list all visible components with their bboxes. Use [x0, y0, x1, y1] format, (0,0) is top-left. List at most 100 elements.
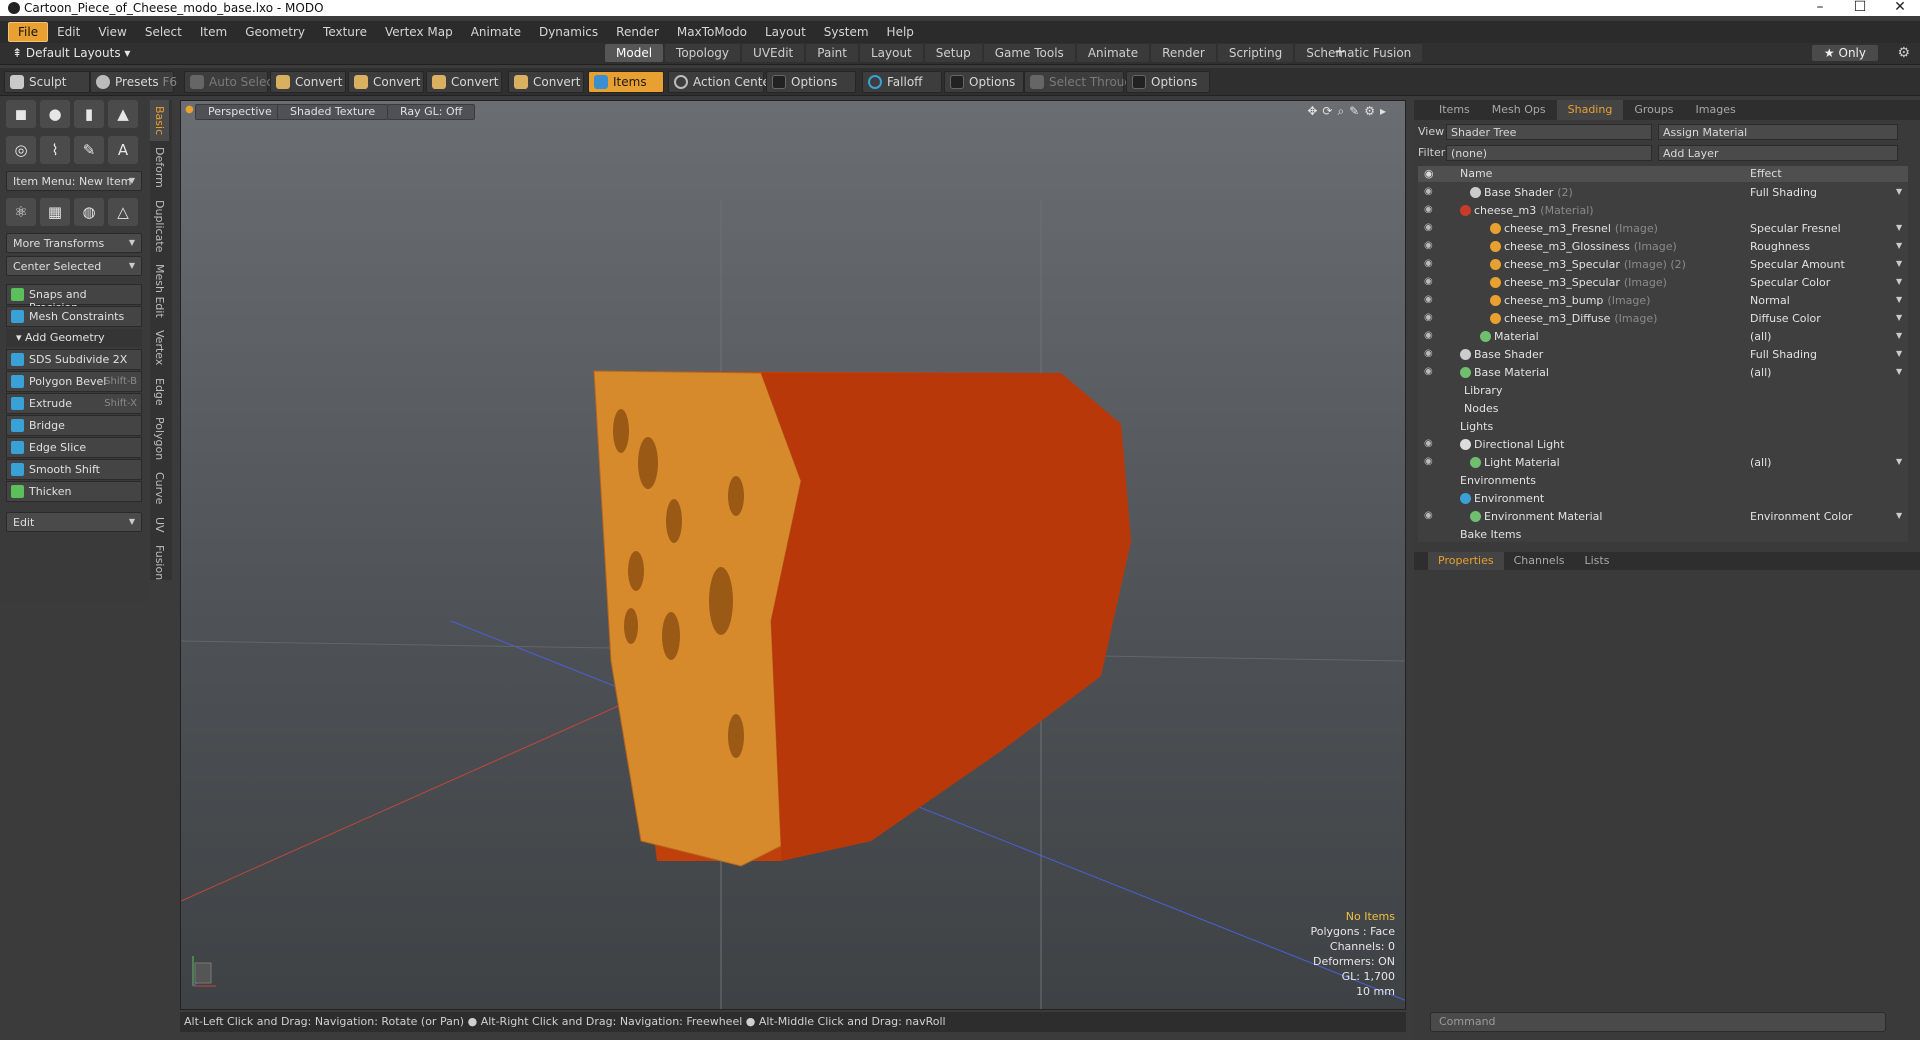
shader-tree-row[interactable]: ◉ Light Material (all) ▼	[1418, 454, 1908, 472]
row-effect[interactable]: Roughness	[1750, 240, 1810, 253]
menu-maxtomodo[interactable]: MaxToModo	[668, 23, 756, 41]
side-tab-vertex[interactable]: Vertex	[150, 324, 169, 371]
right-tab-shading[interactable]: Shading	[1556, 100, 1624, 120]
tab-scripting[interactable]: Scripting	[1217, 44, 1294, 62]
close-icon[interactable]: ✕	[1880, 0, 1920, 16]
locator-icon[interactable]: ⚛	[6, 198, 36, 226]
side-tab-curve[interactable]: Curve	[150, 466, 169, 510]
items-mode-button[interactable]: Items	[588, 71, 664, 93]
convert-vertex-button[interactable]: Convert	[270, 71, 346, 93]
shader-tree-row[interactable]: ◉ Base Shader (2) Full Shading ▼	[1418, 184, 1908, 202]
row-effect[interactable]: Specular Amount	[1750, 258, 1845, 271]
mesh-constraints-button[interactable]: Mesh Constraints	[6, 306, 142, 327]
row-effect[interactable]: (all)	[1750, 366, 1771, 379]
shader-tree-row[interactable]: ◉ Base Shader Full Shading ▼	[1418, 346, 1908, 364]
side-tab-fusion[interactable]: Fusion	[150, 539, 169, 586]
tab-setup[interactable]: Setup	[924, 44, 982, 62]
row-effect[interactable]: Full Shading	[1750, 348, 1817, 361]
eye-icon[interactable]: ◉	[1424, 258, 1433, 269]
row-effect[interactable]: Diffuse Color	[1750, 312, 1821, 325]
menu-item[interactable]: Item	[191, 23, 236, 41]
chevron-down-icon[interactable]: ▼	[1896, 259, 1902, 268]
shader-tree-row[interactable]: Environments	[1418, 472, 1908, 490]
eye-icon[interactable]: ◉	[1424, 222, 1433, 233]
maximize-icon[interactable]: ☐	[1840, 0, 1880, 16]
side-tab-deform[interactable]: Deform	[150, 141, 169, 194]
shader-tree-row[interactable]: ◉ Environment Material Environment Color ▼	[1418, 508, 1908, 526]
effect-column-header[interactable]: Effect	[1750, 167, 1782, 180]
eye-icon[interactable]: ◉	[1424, 204, 1433, 215]
chevron-down-icon[interactable]: ▼	[1896, 295, 1902, 304]
tool-edge-slice[interactable]: Edge Slice	[6, 437, 142, 458]
assign-material-button[interactable]: Assign Material	[1658, 124, 1898, 140]
edit-dropdown[interactable]: Edit	[6, 512, 142, 532]
side-tab-basic[interactable]: Basic	[150, 100, 169, 142]
options-button-3[interactable]: Options	[1126, 71, 1210, 93]
shader-tree-row[interactable]: ◉ cheese_m3_bump (Image) Normal ▼	[1418, 292, 1908, 310]
chevron-down-icon[interactable]: ▼	[1896, 331, 1902, 340]
falloff-button[interactable]: Falloff	[862, 71, 942, 93]
row-effect[interactable]: Normal	[1750, 294, 1790, 307]
name-column-header[interactable]: Name	[1460, 167, 1492, 180]
grid-icon[interactable]: ▦	[40, 198, 70, 226]
menu-select[interactable]: Select	[136, 23, 191, 41]
view-dropdown[interactable]: Shader Tree	[1446, 124, 1652, 140]
shader-tree-row[interactable]: Nodes	[1418, 400, 1908, 418]
eye-icon[interactable]: ◉	[1424, 438, 1433, 449]
menu-layout[interactable]: Layout	[756, 23, 815, 41]
menu-edit[interactable]: Edit	[48, 23, 89, 41]
row-effect[interactable]: Environment Color	[1750, 510, 1852, 523]
shader-tree-row[interactable]: ◉ cheese_m3_Glossiness (Image) Roughness ▼	[1418, 238, 1908, 256]
default-layouts-dropdown[interactable]: ⇞ Default Layouts ▾	[12, 46, 130, 60]
eye-icon[interactable]: ◉	[1424, 510, 1433, 521]
side-tab-duplicate[interactable]: Duplicate	[150, 194, 169, 258]
chevron-down-icon[interactable]: ▼	[1896, 223, 1902, 232]
capsule-icon[interactable]: ⌇	[40, 136, 70, 164]
prop-tab-channels[interactable]: Channels	[1504, 552, 1575, 570]
eye-icon[interactable]: ◉	[1424, 330, 1433, 341]
chevron-down-icon[interactable]: ▼	[1896, 241, 1902, 250]
item-menu-dropdown[interactable]: Item Menu: New Item	[6, 171, 142, 191]
tab-animate[interactable]: Animate	[1076, 44, 1150, 62]
right-tab-groups[interactable]: Groups	[1623, 100, 1684, 120]
convert-items-button[interactable]: Convert	[508, 71, 584, 93]
tab-render[interactable]: Render	[1151, 44, 1216, 62]
tool-polygon-bevel[interactable]: Polygon Bevel Shift-B	[6, 371, 142, 392]
tab-model[interactable]: Model	[605, 44, 664, 62]
row-effect[interactable]: (all)	[1750, 456, 1771, 469]
minimize-icon[interactable]: –	[1800, 0, 1840, 16]
menu-animate[interactable]: Animate	[462, 23, 530, 41]
action-center-button[interactable]: Action Center	[668, 71, 775, 93]
convert-edge-button[interactable]: Convert	[348, 71, 424, 93]
shader-tree-row[interactable]: ◉ Base Material (all) ▼	[1418, 364, 1908, 382]
right-tab-mesh-ops[interactable]: Mesh Ops	[1481, 100, 1557, 120]
tab-topology[interactable]: Topology	[665, 44, 741, 62]
menu-file[interactable]: File	[8, 22, 49, 42]
eye-icon[interactable]: ◉	[1424, 276, 1433, 287]
chevron-down-icon[interactable]: ▼	[1896, 277, 1902, 286]
shader-tree-row[interactable]: ◉ cheese_m3_Diffuse (Image) Diffuse Color ▼	[1418, 310, 1908, 328]
menu-dynamics[interactable]: Dynamics	[530, 23, 607, 41]
shader-tree-row[interactable]: ◉ cheese_m3_Specular (Image) (2) Specular A…	[1418, 256, 1908, 274]
row-effect[interactable]: (all)	[1750, 330, 1771, 343]
options-button-1[interactable]: Options	[766, 71, 856, 93]
eye-icon[interactable]: ◉	[1424, 366, 1433, 377]
chevron-down-icon[interactable]: ▼	[1896, 457, 1902, 466]
tab-layout[interactable]: Layout	[859, 44, 923, 62]
3d-viewport[interactable]: ● Perspective Shaded Texture Ray GL: Off…	[180, 100, 1406, 1010]
more-transforms-dropdown[interactable]: More Transforms	[6, 233, 142, 253]
shader-tree-row[interactable]: ◉ Material (all) ▼	[1418, 328, 1908, 346]
shader-tree-row[interactable]: Lights	[1418, 418, 1908, 436]
row-effect[interactable]: Full Shading	[1750, 186, 1817, 199]
eye-icon[interactable]: ◉	[1424, 456, 1433, 467]
select-through-button[interactable]: Select Through	[1024, 71, 1140, 93]
tab-schematic-fusion[interactable]: Schematic Fusion	[1295, 44, 1423, 62]
filter-dropdown[interactable]: (none)	[1446, 145, 1652, 161]
add-geometry-header[interactable]: ▾ Add Geometry	[6, 329, 142, 347]
chevron-down-icon[interactable]: ▼	[1896, 511, 1902, 520]
eye-icon[interactable]: ◉	[1424, 240, 1433, 251]
cone-icon[interactable]: ▲	[108, 100, 138, 128]
sculpt-button[interactable]: Sculpt	[4, 71, 90, 93]
row-effect[interactable]: Specular Fresnel	[1750, 222, 1841, 235]
sphere-icon[interactable]: ●	[40, 100, 70, 128]
